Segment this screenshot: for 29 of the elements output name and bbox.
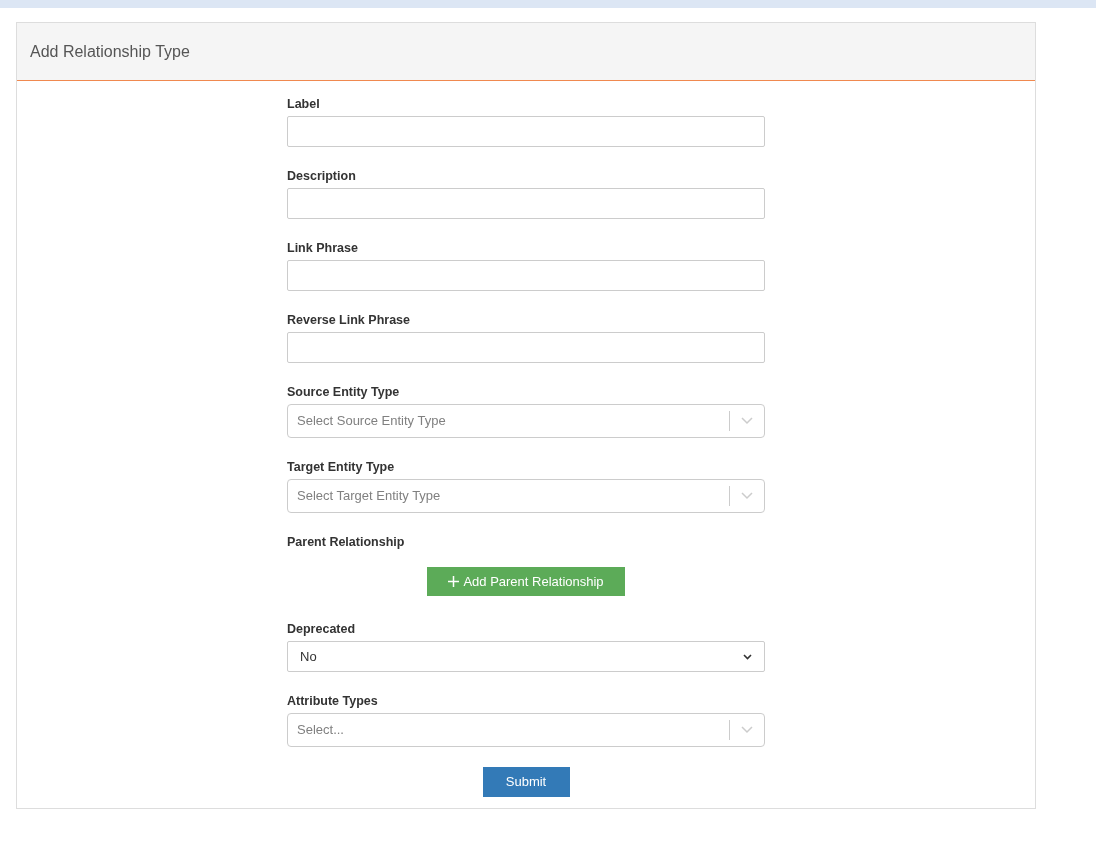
field-label: Label (287, 96, 321, 113)
chevron-down-icon (741, 726, 753, 734)
combo-field[interactable]: Select... (287, 713, 765, 747)
add-parent-relationship-button[interactable]: Add Parent Relationship (427, 567, 625, 596)
input-field[interactable] (287, 260, 765, 291)
placeholder-text: Select Target Entity Type (296, 487, 442, 506)
chevron-down-icon (741, 492, 753, 500)
input-field[interactable] (287, 332, 765, 363)
field-label: Source Entity Type (287, 384, 401, 401)
field-label: Reverse Link Phrase (287, 312, 411, 329)
input-field[interactable] (287, 188, 765, 219)
field-label: Deprecated (287, 621, 357, 638)
combo-field[interactable]: Select Target Entity Type (287, 479, 765, 513)
select-value: No (300, 647, 318, 666)
submit-button[interactable]: Submit (482, 767, 570, 797)
placeholder-text: Select... (296, 721, 345, 740)
chevron-down-icon (743, 653, 752, 660)
plus-icon (448, 576, 460, 587)
input-field[interactable] (287, 116, 765, 147)
field-label: Link Phrase (287, 240, 359, 257)
combo-field[interactable]: Select Source Entity Type (287, 404, 765, 438)
field-label: Parent Relationship (287, 534, 406, 551)
field-label: Description (287, 168, 357, 185)
placeholder-text: Select Source Entity Type (296, 412, 447, 431)
field-label: Attribute Types (287, 693, 379, 710)
field-label: Target Entity Type (287, 459, 396, 476)
panel-title: Add Relationship Type (30, 41, 190, 62)
dropdown-field[interactable]: No (287, 641, 765, 672)
chevron-down-icon (741, 417, 753, 425)
